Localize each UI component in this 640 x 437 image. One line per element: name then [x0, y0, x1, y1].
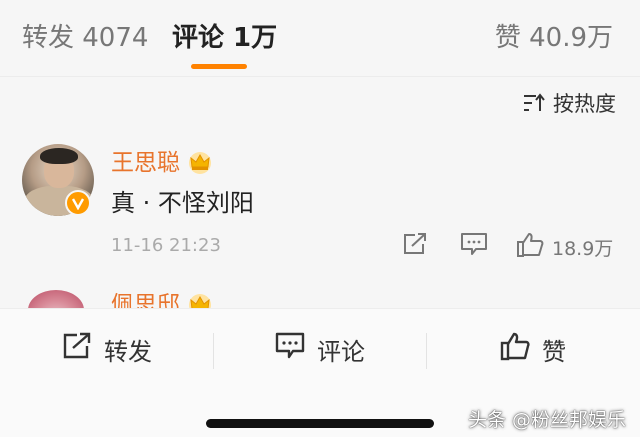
tab-like[interactable]: 赞 40.9万	[495, 18, 613, 58]
repost-button[interactable]: 转发	[62, 329, 152, 369]
repost-label: 转发	[104, 337, 152, 366]
sort-label: 按热度	[553, 92, 616, 116]
repost-icon	[62, 332, 92, 366]
thumbs-up-icon	[500, 331, 530, 367]
active-tab-indicator	[191, 64, 247, 69]
sort-button[interactable]: 按热度	[523, 88, 616, 118]
home-indicator[interactable]	[206, 419, 434, 428]
crown-icon	[187, 150, 213, 178]
comment-button[interactable]: 评论	[275, 329, 365, 369]
comment-repost-button[interactable]	[402, 232, 428, 261]
like-count: 18.9万	[552, 238, 614, 260]
like-button[interactable]: 赞	[500, 329, 566, 369]
like-label: 赞	[542, 337, 566, 366]
sort-icon	[523, 93, 545, 113]
comment-icon	[275, 332, 305, 366]
comment-label: 评论	[317, 337, 365, 366]
comment-username[interactable]: 王思聪	[111, 148, 180, 178]
tab-comment[interactable]: 评论 1万	[172, 18, 277, 58]
repost-icon	[402, 232, 428, 261]
divider	[0, 76, 640, 77]
comment-like-button[interactable]: 18.9万	[516, 232, 613, 263]
comment-text: 真 · 不怪刘阳	[111, 189, 254, 217]
divider	[213, 333, 214, 369]
verified-badge-icon	[65, 190, 91, 216]
watermark: 头条 @粉丝邦娱乐	[467, 409, 626, 431]
comment-reply-button[interactable]	[460, 232, 488, 261]
comment-tabs: 转发 4074 评论 1万 赞 40.9万	[0, 0, 640, 72]
comment-time: 11-16 21:23	[111, 235, 221, 256]
comment-icon	[460, 232, 488, 261]
thumbs-up-icon	[516, 232, 544, 263]
divider	[426, 333, 427, 369]
tab-repost[interactable]: 转发 4074	[22, 18, 148, 58]
bottom-action-bar: 转发 评论 赞 头条 @粉丝邦娱乐	[0, 308, 640, 437]
